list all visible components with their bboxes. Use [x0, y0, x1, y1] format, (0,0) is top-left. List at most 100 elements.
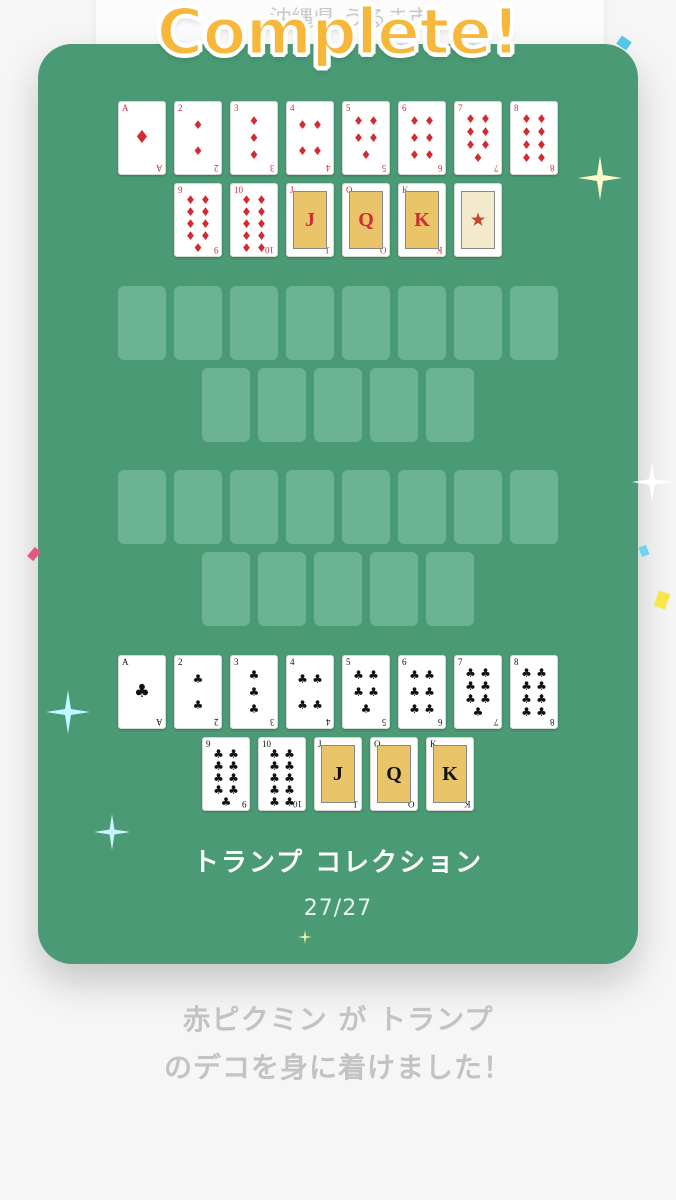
diamond-icon: ♦	[536, 137, 547, 152]
card-rank: 6	[402, 103, 407, 113]
diamond-icon: ♦	[424, 148, 435, 163]
collection-count: 27/27	[303, 896, 373, 921]
playing-card: 3 3 ♦ ♦ ♦	[230, 101, 278, 175]
playing-card: 6 6 ♣ ♣ ♣ ♣ ♣ ♣	[398, 655, 446, 729]
diamond-icon: ♦	[312, 118, 323, 132]
diamond-icon: ♦	[521, 150, 532, 165]
club-icon: ♣	[192, 698, 204, 712]
club-icon: ♣	[536, 678, 547, 693]
suit-pips: ♦	[127, 112, 157, 164]
empty-card-slot	[118, 286, 166, 360]
sparkle-icon	[632, 462, 672, 502]
confetti-piece	[653, 590, 671, 610]
empty-card-slot	[342, 286, 390, 360]
card-rank-inverted: 6	[437, 717, 443, 727]
club-icon: ♣	[465, 691, 476, 706]
card-rank: 4	[290, 103, 295, 113]
card-rank-inverted: 9	[241, 799, 247, 809]
diamonds-row-1: A A ♦ 2 2 ♦ ♦ 3 3 ♦ ♦ ♦ 4 4 ♦ ♦ ♦ ♦ 5 5 ♦ ♦ ♦ ♦ ♦ 6 6 ♦ ♦ ♦ ♦ ♦ ♦ 7 7 ♦ ♦ ♦ ♦ ♦…	[38, 101, 638, 175]
club-icon: ♣	[220, 795, 232, 809]
playing-card: 2 2 ♣ ♣	[174, 655, 222, 729]
suit-pips: ♣ ♣ ♣ ♣ ♣	[351, 666, 381, 718]
diamond-icon: ♦	[353, 113, 364, 128]
playing-card: 7 7 ♦ ♦ ♦ ♦ ♦ ♦ ♦	[454, 101, 502, 175]
club-icon: ♣	[521, 704, 532, 719]
club-icon: ♣	[472, 704, 484, 719]
card-rank: 7	[458, 657, 463, 667]
empty-card-slot	[370, 552, 418, 626]
empty-card-slot	[174, 286, 222, 360]
face-card-portrait: J	[321, 745, 355, 803]
suit-pips: ♦ ♦ ♦ ♦ ♦ ♦	[407, 112, 437, 164]
playing-card: A A ♣	[118, 655, 166, 729]
empty-card-slot	[454, 470, 502, 544]
empty-slots-row-3	[38, 470, 638, 544]
diamond-icon: ♦	[480, 137, 491, 152]
empty-slots-row-4	[38, 552, 638, 626]
club-icon: ♣	[465, 678, 476, 693]
suit-pips: ♣ ♣ ♣	[239, 666, 269, 718]
suit-pips: ♣ ♣ ♣ ♣ ♣ ♣ ♣ ♣ ♣ ♣	[267, 748, 297, 808]
card-rank: 9	[178, 185, 183, 195]
club-icon: ♣	[284, 795, 295, 809]
empty-card-slot	[258, 552, 306, 626]
card-rank-inverted: A	[155, 717, 163, 727]
complete-banner: Complete!	[155, 0, 522, 72]
empty-card-slot	[342, 470, 390, 544]
card-rank-inverted: 3	[269, 163, 275, 173]
suit-pips: ♦ ♦ ♦ ♦ ♦ ♦ ♦ ♦	[519, 112, 549, 164]
empty-card-slot	[286, 470, 334, 544]
suit-pips: ♦ ♦ ♦ ♦ ♦ ♦ ♦ ♦ ♦ ♦	[239, 194, 269, 254]
playing-card: 2 2 ♦ ♦	[174, 101, 222, 175]
diamond-icon: ♦	[465, 137, 476, 152]
diamond-icon: ♦	[353, 130, 364, 145]
empty-card-slot	[314, 552, 362, 626]
face-card-portrait: J	[293, 191, 327, 249]
card-rank-inverted: 2	[213, 717, 219, 727]
diamond-icon: ♦	[297, 144, 308, 158]
empty-card-slot	[510, 470, 558, 544]
card-rank-inverted: 7	[493, 717, 499, 727]
club-icon: ♣	[409, 684, 420, 699]
playing-card: 5 5 ♦ ♦ ♦ ♦ ♦	[342, 101, 390, 175]
empty-slots-row-1	[38, 286, 638, 360]
diamond-icon: ♦	[480, 111, 491, 126]
playing-card: 8 8 ♣ ♣ ♣ ♣ ♣ ♣ ♣ ♣	[510, 655, 558, 729]
empty-slots-row-2	[38, 368, 638, 442]
card-rank: 9	[206, 739, 211, 749]
suit-pips: ♣ ♣	[183, 666, 213, 718]
face-card-portrait: K	[433, 745, 467, 803]
club-icon: ♣	[536, 665, 547, 680]
club-icon: ♣	[368, 684, 379, 699]
playing-card: 4 4 ♣ ♣ ♣ ♣	[286, 655, 334, 729]
diamond-icon: ♦	[368, 113, 379, 128]
empty-card-slot	[426, 368, 474, 442]
card-rank-inverted: J	[326, 245, 330, 255]
diamonds-row-2: 9 9 ♦ ♦ ♦ ♦ ♦ ♦ ♦ ♦ ♦ 10 10 ♦ ♦ ♦ ♦ ♦ ♦ ♦ ♦ ♦ ♦ J J J Q Q Q K K K ★	[38, 183, 638, 257]
empty-card-slot	[286, 286, 334, 360]
club-icon: ♣	[480, 678, 491, 693]
club-icon: ♣	[480, 665, 491, 680]
card-rank-inverted: 6	[437, 163, 443, 173]
playing-card: QQQ	[370, 737, 418, 811]
diamond-icon: ♦	[248, 148, 260, 163]
empty-card-slot	[426, 552, 474, 626]
suit-pips: ♦ ♦	[183, 112, 213, 164]
confetti-piece	[638, 544, 650, 558]
playing-card: 9 9 ♣ ♣ ♣ ♣ ♣ ♣ ♣ ♣ ♣	[202, 737, 250, 811]
diamond-icon: ♦	[241, 241, 252, 255]
club-icon: ♣	[409, 667, 420, 682]
card-rank: 3	[234, 657, 239, 667]
sparkle-icon	[94, 814, 130, 850]
card-rank-inverted: 9	[213, 245, 219, 255]
empty-card-slot	[314, 368, 362, 442]
playing-card: 10 10 ♣ ♣ ♣ ♣ ♣ ♣ ♣ ♣ ♣ ♣	[258, 737, 306, 811]
diamond-icon: ♦	[360, 148, 372, 163]
club-icon: ♣	[424, 702, 435, 717]
diamond-icon: ♦	[536, 124, 547, 139]
club-icon: ♣	[536, 691, 547, 706]
message-line-1: 赤ピクミン が トランプ	[182, 1003, 494, 1036]
card-rank-inverted: 5	[381, 717, 387, 727]
card-rank: 2	[178, 103, 183, 113]
card-rank: 4	[290, 657, 295, 667]
